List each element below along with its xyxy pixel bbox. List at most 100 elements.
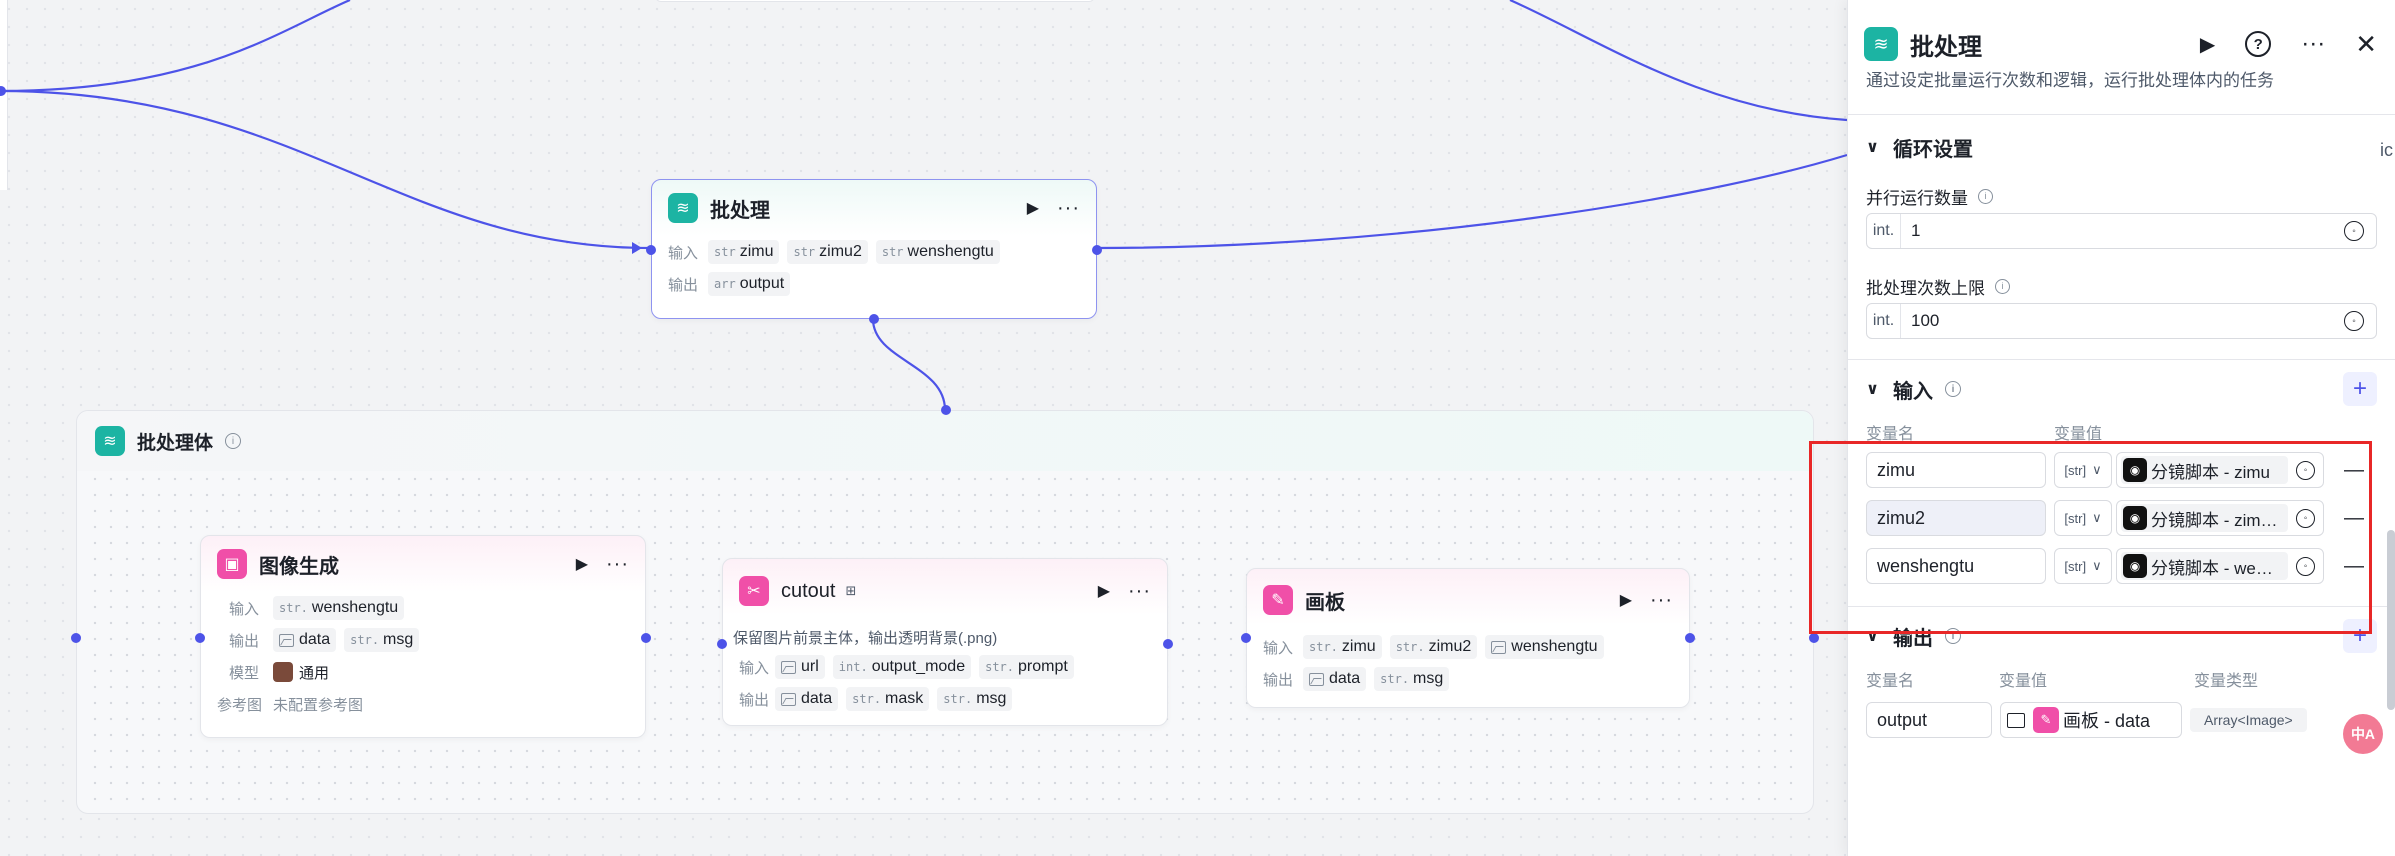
output-var-row: output ✎ 画板 - data Array<Image>: [1848, 693, 2395, 747]
cutout-icon: ✂: [739, 576, 769, 606]
add-input-button[interactable]: +: [2343, 372, 2377, 406]
output-tag: str. msg: [1374, 667, 1450, 691]
variable-ref-icon[interactable]: ◦: [2296, 508, 2315, 528]
type-select[interactable]: [str] ∨: [2054, 548, 2112, 584]
variable-ref-icon[interactable]: ◦: [2344, 221, 2364, 241]
image-type-icon: [1309, 672, 1324, 686]
variable-ref-icon[interactable]: ◦: [2344, 311, 2364, 331]
type-select[interactable]: [str] ∨: [2054, 452, 2112, 488]
input-section-header[interactable]: ∨ 输入 i +: [1848, 360, 2395, 418]
chevron-down-icon: ∨: [2092, 510, 2102, 525]
var-name-input[interactable]: zimu2: [1866, 500, 2046, 536]
var-ref[interactable]: ◉ 分镜脚本 - we… ◦: [2116, 548, 2324, 584]
model-value: 通用: [299, 664, 330, 682]
input-label: 输入: [229, 600, 260, 618]
output-port[interactable]: [1685, 633, 1695, 643]
play-icon[interactable]: ▶: [1098, 581, 1110, 601]
input-label: 输入: [668, 244, 699, 262]
input-label: 输入: [739, 659, 770, 677]
chevron-down-icon[interactable]: ∨: [1866, 379, 1879, 399]
output-label: 输出: [1263, 671, 1294, 689]
help-icon[interactable]: ?: [2245, 31, 2272, 57]
output-port[interactable]: [1092, 245, 1102, 255]
output-port[interactable]: [641, 633, 651, 643]
output-tag: str. msg: [344, 628, 420, 652]
node-title: 批处理: [710, 199, 770, 222]
output-column-headers: 变量名 变量值 变量类型: [1866, 673, 2259, 690]
var-name-input[interactable]: output: [1866, 702, 1992, 738]
output-label: 输出: [229, 632, 260, 650]
output-tag: str. mask: [846, 687, 930, 711]
body-port[interactable]: [869, 314, 879, 324]
model-label: 模型: [229, 664, 260, 682]
layers-icon: ≋: [95, 426, 125, 456]
chevron-down-icon[interactable]: ∨: [1866, 626, 1879, 646]
play-icon[interactable]: ▶: [1027, 198, 1039, 218]
info-icon[interactable]: i: [1945, 381, 1961, 397]
info-icon[interactable]: i: [1945, 628, 1961, 644]
section-title: 循环设置: [1893, 138, 1973, 161]
output-tag: data: [775, 687, 839, 711]
variable-ref-icon[interactable]: ◦: [2296, 460, 2315, 480]
image-icon: ▣: [217, 549, 247, 579]
play-icon[interactable]: ▶: [2200, 32, 2215, 57]
input-port[interactable]: [717, 639, 727, 649]
remove-button[interactable]: —: [2344, 459, 2364, 482]
batch-node[interactable]: ≋ 批处理 ▶ ··· 输入 str zimu str zimu2 str wensh…: [646, 179, 1102, 324]
add-output-button[interactable]: +: [2343, 619, 2377, 653]
info-icon[interactable]: i: [1978, 188, 1993, 204]
var-ref[interactable]: ◉ 分镜脚本 - zim… ◦: [2116, 500, 2324, 536]
play-icon[interactable]: ▶: [1620, 590, 1632, 610]
remove-button[interactable]: —: [2344, 555, 2364, 578]
info-icon[interactable]: i: [225, 433, 242, 449]
layers-icon: ≋: [1864, 27, 1898, 61]
input-port[interactable]: [1241, 633, 1251, 643]
more-icon[interactable]: ···: [606, 553, 629, 576]
more-icon[interactable]: ···: [2301, 30, 2325, 58]
limit-label: 批处理次数上限 i: [1848, 269, 2395, 303]
input-port[interactable]: [195, 633, 205, 643]
parallel-value[interactable]: 1: [1901, 221, 2344, 241]
edge-arrow: [632, 242, 642, 254]
info-icon[interactable]: i: [1995, 278, 2010, 294]
more-icon[interactable]: ···: [1650, 589, 1673, 612]
variable-ref-icon[interactable]: ◦: [2296, 556, 2315, 576]
remove-button[interactable]: —: [2344, 507, 2364, 530]
side-peek-text: ic: [2380, 140, 2393, 160]
output-tag: data: [1303, 667, 1367, 691]
edge: [1509, 0, 1848, 122]
body-port[interactable]: [941, 405, 951, 415]
output-section-header[interactable]: ∨ 输出 i +: [1848, 607, 2395, 665]
script-avatar-icon: ◉: [2123, 506, 2147, 530]
var-name-input[interactable]: zimu: [1866, 452, 2046, 488]
workflow-canvas[interactable]: ≋ 批处理 ▶ ··· 输入 str zimu str zimu2 str wensh…: [0, 0, 1848, 856]
chevron-down-icon[interactable]: ∨: [1866, 137, 1879, 157]
var-ref[interactable]: ◉ 分镜脚本 - zimu ◦: [2116, 452, 2324, 488]
var-ref[interactable]: ✎ 画板 - data: [2000, 702, 2182, 738]
node-title: cutout: [781, 579, 836, 602]
image-gen-node[interactable]: ▣ 图像生成 ▶ ··· 输入 str. wenshengtu 输出 data s…: [195, 535, 651, 738]
more-icon[interactable]: ···: [1057, 197, 1080, 220]
panel-title: 批处理: [1910, 33, 1982, 61]
output-tag: arr output: [708, 272, 791, 296]
ref-value: 未配置参考图: [273, 696, 364, 714]
input-port[interactable]: [646, 245, 656, 255]
port[interactable]: [71, 633, 81, 643]
output-port[interactable]: [1163, 639, 1173, 649]
limit-input[interactable]: int. 100 ◦: [1866, 303, 2377, 339]
port[interactable]: [1809, 633, 1819, 643]
var-name-input[interactable]: wenshengtu: [1866, 548, 2046, 584]
type-select[interactable]: [str] ∨: [2054, 500, 2112, 536]
canvas-board-node[interactable]: ✎ 画板 ▶ ··· 输入 str. zimu str. zimu2 wenshen…: [1241, 568, 1695, 708]
parallel-input[interactable]: int. 1 ◦: [1866, 213, 2377, 249]
more-icon[interactable]: ···: [1128, 580, 1151, 603]
section-title: 输出: [1893, 627, 1933, 650]
cutout-node[interactable]: ✂ cutout ⊞ ▶ ··· 保留图片前景主体，输出透明背景(.png) 输…: [717, 558, 1173, 726]
loop-section-header[interactable]: ∨ 循环设置: [1848, 115, 2395, 179]
close-icon[interactable]: ✕: [2355, 29, 2377, 60]
scrollbar[interactable]: [2387, 530, 2395, 710]
limit-value[interactable]: 100: [1901, 311, 2344, 331]
ime-badge[interactable]: 中A: [2343, 714, 2383, 754]
image-type-icon: [279, 633, 294, 647]
play-icon[interactable]: ▶: [576, 554, 588, 574]
